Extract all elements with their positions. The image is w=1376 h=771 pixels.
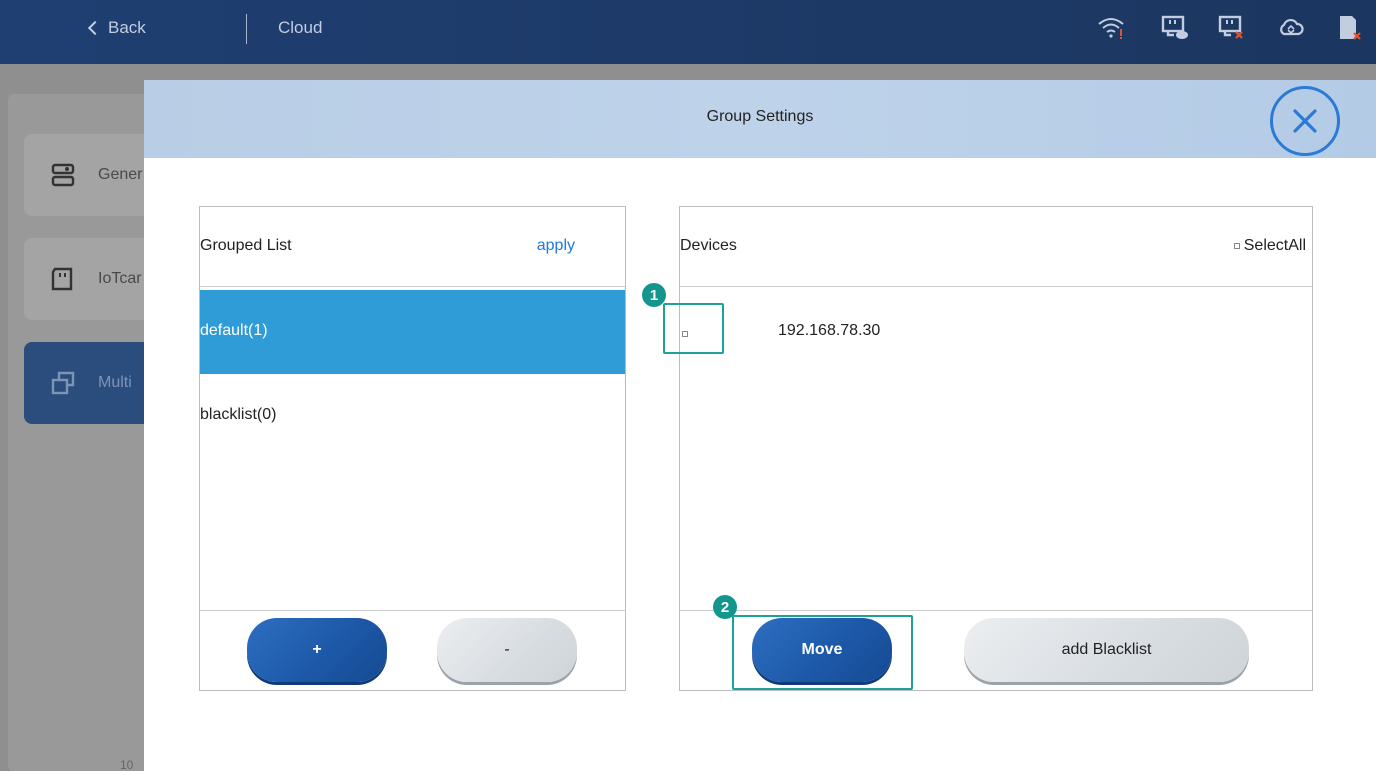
group-item-default[interactable]: default(1) xyxy=(200,290,625,374)
add-group-button[interactable]: + xyxy=(247,618,387,682)
annotation-box-1 xyxy=(663,303,724,354)
cloud-sync-icon xyxy=(1280,18,1304,36)
sidebar-item-iotcard[interactable]: IoTcar xyxy=(24,238,164,320)
top-bar: Back Cloud xyxy=(0,0,1376,64)
annotation-box-2 xyxy=(732,615,913,690)
sidebar-item-label: Multi xyxy=(98,374,132,391)
sidebar-footer-text: 10 xyxy=(120,758,134,771)
remove-group-button[interactable]: - xyxy=(437,618,577,682)
multi-window-icon xyxy=(51,371,75,395)
device-row: 192.168.78.30 xyxy=(680,290,1312,374)
sd-card-error-icon xyxy=(1340,16,1361,40)
wifi-warning-icon xyxy=(1098,18,1124,39)
checkbox-icon xyxy=(1233,243,1240,249)
dialog-title: Group Settings xyxy=(706,108,814,125)
grouped-list-title: Grouped List xyxy=(200,237,292,254)
cloud-device-icon xyxy=(1161,15,1188,39)
grouped-list-panel: Grouped List apply default(1) blacklist(… xyxy=(199,206,626,691)
chevron-left-icon xyxy=(87,20,103,36)
title-separator xyxy=(246,14,247,44)
grouped-list-header: Grouped List apply xyxy=(200,207,625,287)
sidebar-item-general[interactable]: Gener xyxy=(24,134,164,216)
device-error-icon xyxy=(1218,15,1243,39)
sd-card-icon xyxy=(51,267,73,291)
dialog-header: Group Settings xyxy=(144,80,1376,158)
sidebar-item-label: Gener xyxy=(98,166,143,183)
group-item-blacklist[interactable]: blacklist(0) xyxy=(200,374,625,458)
settings-device-icon xyxy=(51,163,75,187)
apply-link[interactable]: apply xyxy=(537,237,575,255)
back-button[interactable]: Back xyxy=(87,18,146,38)
close-icon xyxy=(1293,109,1317,133)
add-blacklist-button[interactable]: add Blacklist xyxy=(964,618,1249,682)
devices-title: Devices xyxy=(680,237,737,254)
annotation-badge-1: 1 xyxy=(642,283,666,307)
select-all-label: SelectAll xyxy=(1243,237,1306,254)
sidebar-item-label: IoTcar xyxy=(98,270,142,287)
close-button[interactable] xyxy=(1270,86,1340,156)
annotation-badge-2: 2 xyxy=(713,595,737,619)
select-all-checkbox[interactable]: SelectAll xyxy=(1233,237,1306,255)
group-item-label: blacklist(0) xyxy=(200,406,277,423)
device-ip: 192.168.78.30 xyxy=(778,322,881,339)
grouped-list-footer: + - xyxy=(200,610,625,690)
back-label: Back xyxy=(108,18,146,37)
devices-header: Devices SelectAll xyxy=(680,207,1312,287)
group-item-label: default(1) xyxy=(200,322,268,339)
sidebar-item-multi[interactable]: Multi xyxy=(24,342,164,424)
page-title: Cloud xyxy=(278,18,323,37)
